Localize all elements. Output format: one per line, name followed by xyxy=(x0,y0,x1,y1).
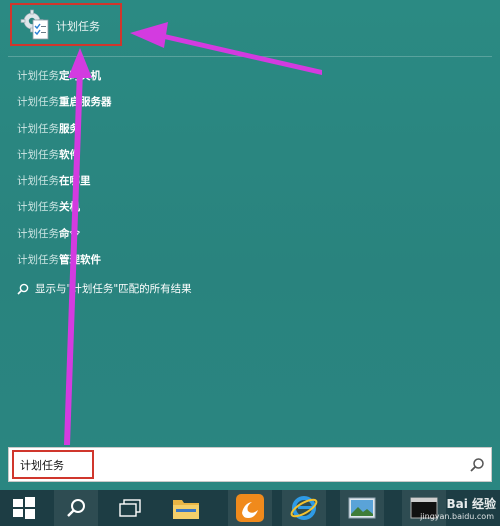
search-icon xyxy=(17,283,29,295)
file-explorer-button[interactable] xyxy=(164,490,208,526)
search-results-panel: 计划任务 计划任务定时关机 计划任务重启服务器 计划任务服务 计划任务软件 计划… xyxy=(0,0,500,490)
suggestion-completion: 在哪里 xyxy=(59,175,91,188)
uc-browser-icon xyxy=(236,494,264,522)
watermark-url: jingyan.baidu.com xyxy=(420,512,494,521)
uc-browser-button[interactable] xyxy=(228,490,272,526)
results-divider xyxy=(8,56,492,57)
watermark-brand: Bai 经验 xyxy=(446,497,496,511)
suggestion-item[interactable]: 计划任务重启服务器 xyxy=(0,92,500,118)
task-scheduler-icon xyxy=(20,9,49,40)
show-all-results-label: 显示与"计划任务"匹配的所有结果 xyxy=(35,283,192,295)
suggestion-completion: 软件 xyxy=(59,148,80,161)
suggestion-query: 计划任务 xyxy=(17,227,59,240)
search-box xyxy=(8,447,492,482)
best-match-result[interactable]: 计划任务 xyxy=(10,3,122,46)
task-view-button[interactable] xyxy=(108,490,152,526)
suggestion-query: 计划任务 xyxy=(17,122,59,135)
search-icon xyxy=(67,499,85,517)
suggestion-completion: 管理软件 xyxy=(59,254,101,267)
suggestion-item[interactable]: 计划任务命令 xyxy=(0,224,500,250)
task-view-icon xyxy=(119,499,141,517)
suggestion-completion: 命令 xyxy=(59,227,80,240)
suggestion-item[interactable]: 计划任务软件 xyxy=(0,145,500,171)
search-input[interactable] xyxy=(14,452,92,477)
search-input-highlight xyxy=(12,450,94,479)
start-button[interactable] xyxy=(2,490,46,526)
search-button[interactable] xyxy=(54,490,98,526)
suggestion-completion: 定时关机 xyxy=(59,70,101,82)
suggestion-completion: 关机 xyxy=(59,201,80,214)
best-match-label: 计划任务 xyxy=(56,20,100,33)
suggestion-completion: 服务 xyxy=(59,122,80,135)
suggestion-query: 计划任务 xyxy=(17,70,59,82)
windows-logo-icon xyxy=(13,497,35,519)
show-all-results-link[interactable]: 显示与"计划任务"匹配的所有结果 xyxy=(17,282,192,296)
search-icon[interactable] xyxy=(469,457,485,473)
suggestion-list: 计划任务定时关机 计划任务重启服务器 计划任务服务 计划任务软件 计划任务在哪里… xyxy=(0,66,500,276)
folder-icon xyxy=(173,500,199,519)
internet-explorer-icon xyxy=(290,496,318,520)
suggestion-item[interactable]: 计划任务管理软件 xyxy=(0,250,500,276)
suggestion-item[interactable]: 计划任务关机 xyxy=(0,197,500,223)
suggestion-query: 计划任务 xyxy=(17,175,59,188)
suggestion-item[interactable]: 计划任务定时关机 xyxy=(0,66,500,92)
suggestion-query: 计划任务 xyxy=(17,148,59,161)
photos-icon xyxy=(348,497,376,519)
photos-button[interactable] xyxy=(340,490,384,526)
internet-explorer-button[interactable] xyxy=(282,490,326,526)
suggestion-query: 计划任务 xyxy=(17,254,59,267)
suggestion-item[interactable]: 计划任务在哪里 xyxy=(0,171,500,197)
suggestion-completion: 重启服务器 xyxy=(59,96,112,109)
suggestion-query: 计划任务 xyxy=(17,201,59,214)
suggestion-query: 计划任务 xyxy=(17,96,59,109)
suggestion-item[interactable]: 计划任务服务 xyxy=(0,119,500,145)
